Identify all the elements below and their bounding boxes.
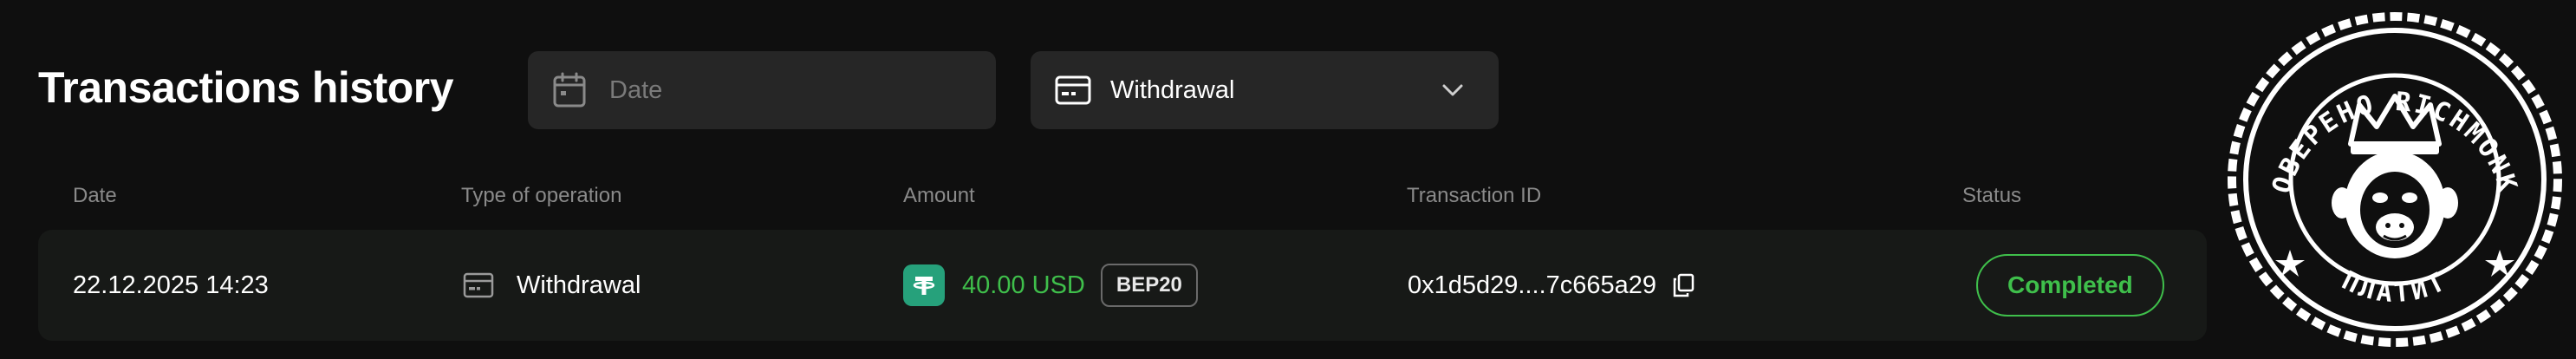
copy-icon[interactable] bbox=[1672, 273, 1695, 297]
date-input[interactable] bbox=[608, 75, 958, 106]
date-filter[interactable] bbox=[528, 51, 996, 129]
network-badge: BEP20 bbox=[1100, 264, 1198, 307]
chevron-down-icon[interactable] bbox=[1441, 83, 1464, 97]
column-header-transaction-id: Transaction ID bbox=[1407, 184, 1542, 207]
operation-type-selected: Withdrawal bbox=[1055, 75, 1234, 105]
transaction-id-value: 0x1d5d29....7c665a29 bbox=[1408, 271, 1657, 299]
status-badge: Completed bbox=[1976, 254, 2164, 317]
table-header: Date Type of operation Amount Transactio… bbox=[0, 184, 2219, 210]
calendar-icon bbox=[552, 72, 587, 108]
operation-type-value: Withdrawal bbox=[1110, 75, 1235, 104]
column-header-status: Status bbox=[1962, 184, 2022, 207]
row-status: Completed bbox=[1976, 230, 2164, 341]
row-transaction-id: 0x1d5d29....7c665a29 bbox=[1408, 230, 1695, 341]
table-row[interactable]: 22.12.2025 14:23 Withdrawal 40.00 USD BE… bbox=[38, 230, 2207, 341]
card-icon bbox=[463, 272, 494, 298]
card-icon bbox=[1055, 75, 1091, 105]
stamp-bottom-text: ПЛАТИТ bbox=[2337, 265, 2452, 309]
row-type: Withdrawal bbox=[463, 230, 641, 341]
page-title: Transactions history bbox=[38, 63, 454, 112]
column-header-type: Type of operation bbox=[461, 184, 622, 207]
tether-icon bbox=[903, 264, 945, 306]
row-date: 22.12.2025 14:23 bbox=[73, 271, 269, 299]
operation-type-select[interactable]: Withdrawal bbox=[1031, 51, 1499, 129]
column-header-amount: Amount bbox=[903, 184, 975, 207]
amount-value: 40.00 USD bbox=[962, 271, 1085, 299]
richmonkey-stamp: ПРОВЕРЕНО RICHMONKEY ПЛАТИТ bbox=[2221, 5, 2562, 347]
row-amount: 40.00 USD BEP20 bbox=[903, 230, 1198, 341]
column-header-date: Date bbox=[73, 184, 117, 207]
row-type-label: Withdrawal bbox=[517, 271, 641, 299]
